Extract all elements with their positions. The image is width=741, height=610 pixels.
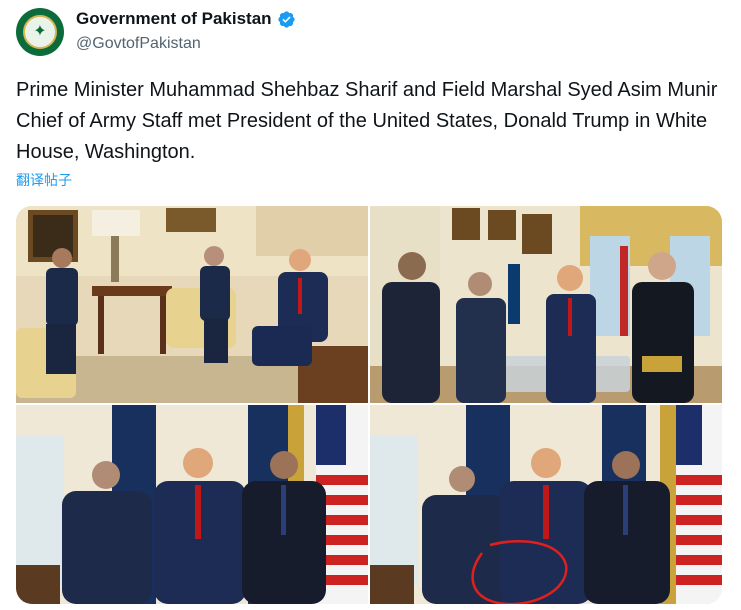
account-name-row: Government of Pakistan [76,9,296,29]
verified-badge-icon [277,10,295,28]
photo-oval-office-seated-meeting[interactable] [16,206,368,403]
translate-post-link[interactable]: 翻译帖子 [16,170,72,190]
display-name[interactable]: Government of Pakistan [76,9,272,29]
tweet-text: Prime Minister Muhammad Shehbaz Sharif a… [16,79,718,163]
account-avatar[interactable]: ✦ [16,8,64,56]
pakistan-emblem-icon: ✦ [23,15,57,49]
photo-group-with-flags-annotated[interactable] [370,405,722,604]
photo-group-with-flags[interactable] [16,405,368,604]
account-handle[interactable]: @GovtofPakistan [76,35,201,53]
media-grid [16,206,722,604]
photo-oval-office-standing-conversation[interactable] [370,206,722,403]
